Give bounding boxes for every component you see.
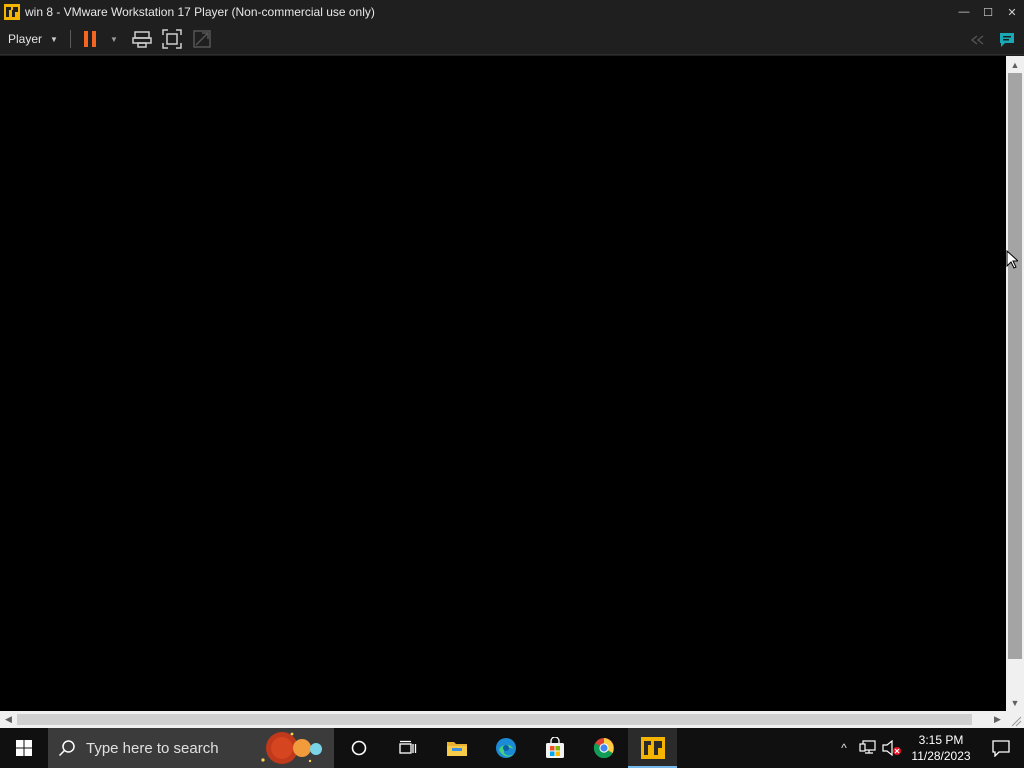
mouse-cursor-icon — [1006, 249, 1020, 274]
volume-muted-icon[interactable] — [880, 728, 904, 768]
send-ctrl-alt-del-button[interactable] — [129, 26, 155, 52]
vmware-player-taskbar-button[interactable] — [628, 728, 677, 768]
full-screen-icon — [162, 29, 182, 49]
message-log-icon — [1000, 32, 1014, 47]
full-screen-button[interactable] — [159, 26, 185, 52]
edge-icon — [495, 738, 516, 758]
search-placeholder: Type here to search — [86, 739, 219, 757]
player-menu-label: Player — [8, 32, 43, 46]
microsoft-store-button[interactable] — [530, 728, 579, 768]
clock-time: 3:15 PM — [918, 733, 964, 747]
start-button[interactable] — [0, 728, 48, 768]
pause-icon — [83, 31, 96, 47]
vmware-player-icon — [640, 737, 665, 759]
cortana-button[interactable] — [334, 728, 383, 768]
window-title: win 8 - VMware Workstation 17 Player (No… — [25, 5, 375, 19]
back-arrows-icon — [970, 34, 984, 45]
chrome-icon — [593, 738, 614, 759]
chevron-down-icon: ▼ — [50, 34, 58, 44]
unity-button[interactable] — [189, 26, 215, 52]
toolbar: Player ▼ ▼ — [0, 24, 1024, 55]
message-log-button[interactable] — [994, 27, 1020, 53]
action-center-button[interactable] — [978, 728, 1024, 768]
maximize-button[interactable]: ☐ — [976, 0, 1000, 24]
task-view-icon — [398, 740, 416, 754]
notification-icon — [992, 740, 1010, 757]
pause-options-caret[interactable]: ▼ — [107, 26, 121, 52]
cortana-icon — [351, 740, 366, 756]
edge-button[interactable] — [481, 728, 530, 768]
vmware-player-window: win 8 - VMware Workstation 17 Player (No… — [0, 0, 1024, 728]
horizontal-scroll-thumb[interactable] — [17, 714, 972, 725]
scroll-down-arrow[interactable]: ▼ — [1006, 694, 1024, 711]
minimize-button[interactable]: — — [952, 0, 976, 24]
vertical-scrollbar[interactable]: ▲ ▼ — [1006, 56, 1024, 711]
task-view-button[interactable] — [383, 728, 432, 768]
search-highlight-planets-icon — [261, 732, 322, 764]
system-tray: ^ 3:15 PM 11/28/2023 — [832, 728, 1024, 768]
clock[interactable]: 3:15 PM 11/28/2023 — [904, 728, 978, 768]
toolbar-divider — [69, 30, 71, 48]
chrome-button[interactable] — [579, 728, 628, 768]
search-box[interactable]: Type here to search — [48, 728, 334, 768]
title-bar[interactable]: win 8 - VMware Workstation 17 Player (No… — [0, 0, 1024, 24]
vm-display[interactable] — [0, 56, 1006, 711]
microsoft-store-icon — [545, 737, 564, 758]
scroll-up-arrow[interactable]: ▲ — [1006, 56, 1024, 73]
horizontal-scrollbar[interactable]: ◀ ▶ — [0, 711, 1006, 728]
unity-icon — [193, 30, 211, 48]
clock-date: 11/28/2023 — [911, 749, 971, 763]
vmware-logo-icon — [3, 3, 21, 21]
scroll-right-arrow[interactable]: ▶ — [989, 711, 1006, 728]
taskbar: Type here to search ^ 3:15 PM 11/28/2023 — [0, 728, 1024, 768]
windows-logo-icon — [16, 740, 32, 756]
show-hidden-icons-chevron-icon[interactable]: ^ — [832, 728, 856, 768]
search-icon — [48, 739, 86, 757]
back-arrows-button[interactable] — [964, 27, 990, 53]
vertical-scroll-thumb[interactable] — [1008, 73, 1022, 659]
pause-button[interactable] — [77, 26, 103, 52]
player-menu[interactable]: Player ▼ — [0, 24, 66, 55]
scroll-left-arrow[interactable]: ◀ — [0, 711, 17, 728]
file-explorer-button[interactable] — [432, 728, 481, 768]
close-button[interactable]: ✕ — [1000, 0, 1024, 24]
network-icon[interactable] — [856, 728, 880, 768]
scrollbar-corner — [1006, 711, 1024, 728]
file-explorer-icon — [446, 742, 467, 756]
send-ctrl-alt-del-icon — [132, 31, 152, 48]
